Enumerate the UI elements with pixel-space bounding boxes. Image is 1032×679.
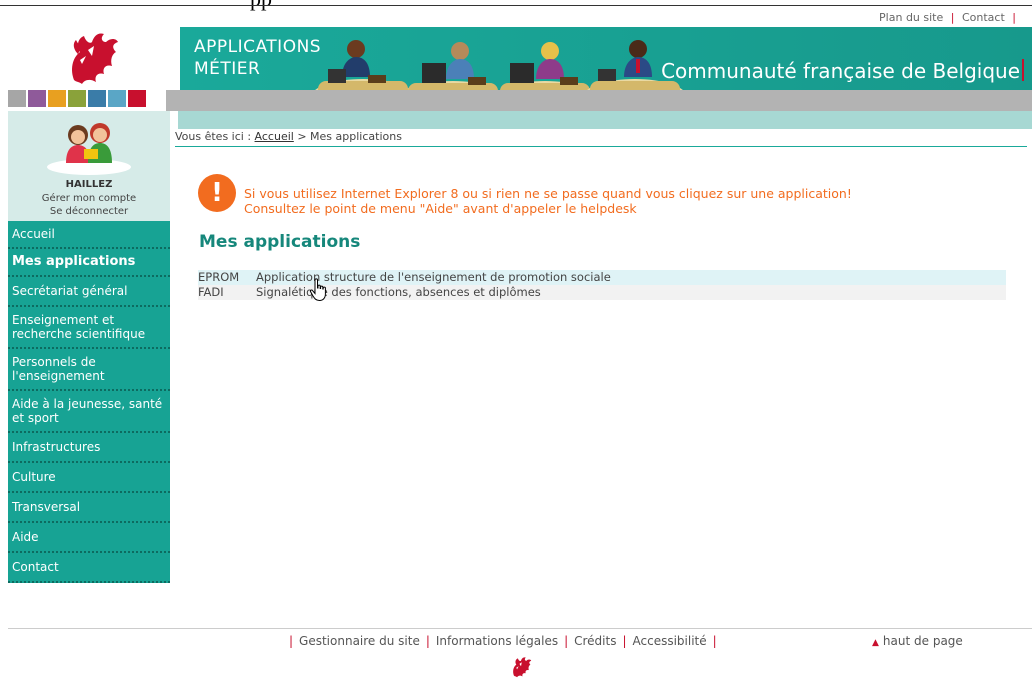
logout-link[interactable]: Se déconnecter <box>8 206 170 217</box>
color-strip <box>8 90 146 107</box>
sidebar-item[interactable]: Infrastructures <box>8 433 170 463</box>
breadcrumb-separator: > <box>293 130 311 143</box>
warning-line-1: Si vous utilisez Internet Explorer 8 ou … <box>244 186 852 201</box>
sidebar-item-label: Accueil <box>12 227 55 241</box>
manage-account-link[interactable]: Gérer mon compte <box>8 193 170 204</box>
color-swatch <box>68 90 86 107</box>
app-title-line1: APPLICATIONS <box>194 37 322 57</box>
link-separator: | <box>1012 11 1016 24</box>
footer-link[interactable]: Informations légales <box>436 634 558 648</box>
sidebar-item[interactable]: Mes applications <box>8 249 170 277</box>
sidebar-item-label: Infrastructures <box>12 440 101 454</box>
footer-links: | Gestionnaire du site | Informations légal… <box>283 634 723 648</box>
hand-cursor-icon <box>309 278 326 302</box>
sidebar-item[interactable]: Aide <box>8 523 170 553</box>
application-code[interactable]: FADI <box>198 285 256 300</box>
user-panel: HAILLEZ Gérer mon compte Se déconnecter <box>8 111 170 221</box>
back-to-top-label: haut de page <box>882 634 963 648</box>
link-separator: | <box>622 634 627 648</box>
application-description[interactable]: Signalétique des fonctions, absences et … <box>256 285 541 300</box>
page-title: Mes applications <box>199 232 361 252</box>
community-text: Communauté française de Belgique <box>661 59 1020 83</box>
rooster-logo-icon[interactable] <box>60 30 124 86</box>
sidebar-nav: Accueil Mes applications Secrétariat génér… <box>8 221 170 583</box>
color-swatch <box>88 90 106 107</box>
sidebar-item-label: Aide <box>12 530 39 544</box>
sidebar-item-label: Secrétariat général <box>12 284 128 298</box>
header-grey-band <box>166 90 1032 111</box>
link-separator: | <box>712 634 717 648</box>
sidebar-item[interactable]: Accueil <box>8 221 170 249</box>
sidebar-item[interactable]: Enseignement et recherche scientifique <box>8 307 170 349</box>
footer-divider <box>8 628 1032 629</box>
link-separator: | <box>425 634 430 648</box>
top-divider <box>0 5 1032 6</box>
sidebar-item[interactable]: Contact <box>8 553 170 583</box>
sidebar-item-label: Personnels de l'enseignement <box>12 355 105 383</box>
sidebar-item[interactable]: Personnels de l'enseignement <box>8 349 170 391</box>
color-swatch <box>48 90 66 107</box>
sidebar-item[interactable]: Secrétariat général <box>8 277 170 307</box>
link-separator: | <box>289 634 294 648</box>
app-title: APPLICATIONS MÉTIER <box>194 36 321 80</box>
link-separator: | <box>950 11 955 24</box>
sidebar-item-label: Contact <box>12 560 59 574</box>
breadcrumb: Vous êtes ici : Accueil > Mes applicatio… <box>175 130 1027 147</box>
back-to-top-link[interactable]: ▲ haut de page <box>872 634 963 648</box>
user-avatar-icon <box>47 123 131 175</box>
breadcrumb-prefix: Vous êtes ici : <box>175 130 255 143</box>
window-title-fragment: pp <box>250 0 272 12</box>
application-code[interactable]: EPROM <box>198 270 256 285</box>
color-swatch <box>128 90 146 107</box>
red-bar-decoration <box>1022 59 1024 81</box>
color-swatch <box>108 90 126 107</box>
sidebar-item-label: Aide à la jeunesse, santé et sport <box>12 397 163 425</box>
site-map-link[interactable]: Plan du site <box>879 11 943 24</box>
sidebar-item[interactable]: Transversal <box>8 493 170 523</box>
warning-message: Si vous utilisez Internet Explorer 8 ou … <box>244 186 852 216</box>
footer-link[interactable]: Accessibilité <box>633 634 707 648</box>
header-sub-band <box>178 111 1032 129</box>
breadcrumb-home-link[interactable]: Accueil <box>255 130 294 143</box>
link-separator: | <box>564 634 569 648</box>
breadcrumb-current: Mes applications <box>310 130 402 143</box>
color-swatch <box>8 90 26 107</box>
header-banner: APPLICATIONS MÉTIER Communauté française… <box>180 27 1032 90</box>
footer-link[interactable]: Gestionnaire du site <box>299 634 420 648</box>
up-arrow-icon: ▲ <box>872 638 879 648</box>
sidebar-item[interactable]: Culture <box>8 463 170 493</box>
sidebar-item-label: Mes applications <box>12 254 136 269</box>
sidebar-item-label: Enseignement et recherche scientifique <box>12 313 146 341</box>
app-title-line2: MÉTIER <box>194 59 261 79</box>
sidebar-item-label: Transversal <box>12 500 81 514</box>
footer-rooster-logo-icon <box>513 657 532 678</box>
sidebar: HAILLEZ Gérer mon compte Se déconnecter … <box>8 111 170 583</box>
office-worker-illustration <box>587 40 683 90</box>
contact-link[interactable]: Contact <box>962 11 1005 24</box>
sidebar-item[interactable]: Aide à la jeunesse, santé et sport <box>8 391 170 433</box>
warning-icon: ! <box>198 174 236 212</box>
user-name: HAILLEZ <box>65 179 113 190</box>
utility-links: Plan du site | Contact | <box>879 11 1020 24</box>
sidebar-item-label: Culture <box>12 470 56 484</box>
footer-link[interactable]: Crédits <box>574 634 616 648</box>
community-title: Communauté française de Belgique <box>661 59 1024 83</box>
warning-line-2: Consultez le point de menu "Aide" avant … <box>244 201 637 216</box>
color-swatch <box>28 90 46 107</box>
